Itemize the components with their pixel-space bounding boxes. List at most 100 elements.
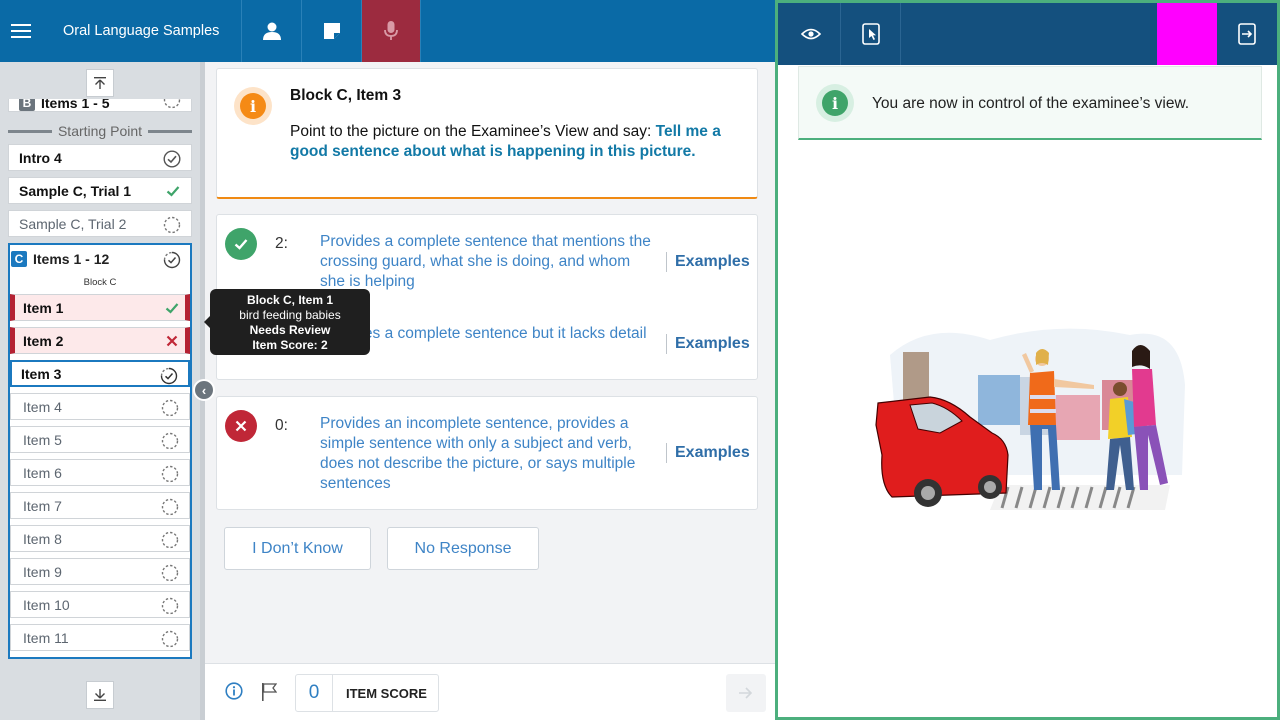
pending-icon (163, 99, 181, 112)
app-title: Oral Language Samples (63, 23, 220, 39)
arrow-to-bottom-icon (94, 689, 106, 701)
block-c-sublabel: Block C (83, 277, 117, 288)
instruction-text: Point to the picture on the Examinee’s V… (290, 123, 652, 140)
examples-link[interactable]: Examples (666, 334, 750, 354)
microphone-icon (384, 21, 398, 40)
examples-link[interactable]: Examples (666, 443, 750, 463)
nav-item-item-5[interactable]: Item 5 (10, 426, 190, 453)
info-icon[interactable] (225, 682, 243, 705)
scroll-to-bottom-button[interactable] (86, 681, 114, 709)
menu-button[interactable] (0, 0, 42, 62)
dont-know-button[interactable]: I Don’t Know (224, 527, 371, 570)
control-notice: i You are now in control of the examinee… (798, 66, 1262, 140)
nav-item-item-10[interactable]: Item 10 (10, 591, 190, 618)
notes-tab[interactable] (301, 0, 361, 62)
control-button[interactable] (841, 3, 901, 65)
score-description: Provides a complete sentence that mentio… (320, 233, 651, 290)
block-letter: B (19, 99, 35, 111)
nav-item-label: Item 11 (23, 629, 69, 646)
nav-item-label: Item 8 (23, 530, 62, 547)
pending-icon (161, 498, 179, 519)
x-mark-circle-icon (225, 410, 257, 442)
crossing-guard-picture (875, 328, 1185, 510)
block-b-header[interactable]: B Items 1 - 5 (8, 99, 192, 112)
nav-item-item-1[interactable]: Item 1 (10, 294, 190, 321)
nav-item-item-2[interactable]: Item 2 (10, 327, 190, 354)
flag-icon[interactable] (261, 683, 278, 706)
nav-item-label: Item 3 (21, 365, 62, 382)
item-title: Block C, Item 3 (290, 87, 402, 104)
pending-icon (161, 564, 179, 585)
no-response-button[interactable]: No Response (387, 527, 539, 570)
nav-list: B Items 1 - 5 Starting Point Intro 4 Sam… (8, 99, 192, 676)
audio-tab[interactable] (361, 0, 421, 62)
block-c-group: C Items 1 - 12 Block C Item 1 Item 2 Ite… (8, 243, 192, 659)
score-option-0-card: 0: Provides an incomplete sentence, prov… (216, 396, 758, 510)
tooltip-title: Block C, Item 1 (246, 293, 334, 307)
nav-item-label: Item 6 (23, 464, 62, 481)
eye-icon (800, 28, 821, 40)
prompt-instruction: Point to the picture on the Examinee’s V… (290, 122, 740, 162)
nav-item-item-4[interactable]: Item 4 (10, 393, 190, 420)
tooltip-status: Needs Review (249, 323, 331, 337)
pending-icon (161, 465, 179, 486)
info-icon: i (816, 84, 854, 122)
nav-item-item-11[interactable]: Item 11 (10, 624, 190, 651)
info-icon: i (234, 87, 272, 125)
nav-item-item-8[interactable]: Item 8 (10, 525, 190, 552)
nav-item-sample-c-trial-1[interactable]: Sample C, Trial 1 (8, 177, 192, 204)
in-progress-icon (160, 367, 178, 388)
nav-item-item-6[interactable]: Item 6 (10, 459, 190, 486)
examples-link[interactable]: Examples (666, 252, 750, 272)
pending-icon (161, 432, 179, 453)
pending-icon (163, 216, 181, 237)
x-mark-icon (164, 333, 180, 352)
checkmark-icon (164, 300, 180, 319)
nav-item-item-3[interactable]: Item 3 (10, 360, 190, 387)
item-navigator: B Items 1 - 5 Starting Point Intro 4 Sam… (0, 62, 200, 720)
note-icon (323, 23, 340, 39)
nav-item-item-7[interactable]: Item 7 (10, 492, 190, 519)
item-score-label: ITEM SCORE (346, 685, 427, 701)
nav-item-label: Sample C, Trial 2 (19, 215, 127, 232)
item-tooltip: Block C, Item 1 bird feeding babies Need… (204, 289, 370, 355)
starting-point-label: Starting Point (57, 123, 143, 139)
scroll-to-top-button[interactable] (86, 69, 114, 97)
pending-icon (161, 597, 179, 618)
arrow-to-top-icon (94, 77, 106, 89)
nav-item-label: Item 9 (23, 563, 62, 580)
examinee-tab[interactable] (241, 0, 301, 62)
nav-item-intro-4[interactable]: Intro 4 (8, 144, 192, 171)
block-letter: C (11, 251, 27, 267)
starting-point-divider: Starting Point (8, 118, 192, 144)
checkmark-circle-icon (225, 228, 257, 260)
block-label: Items 1 - 5 (41, 99, 110, 111)
pending-icon (161, 630, 179, 651)
nav-item-sample-c-trial-2[interactable]: Sample C, Trial 2 (8, 210, 192, 237)
score-description: Provides a complete sentence but it lack… (320, 325, 647, 342)
block-label: Items 1 - 12 (33, 251, 110, 267)
collapse-nav-button[interactable]: ‹ (193, 379, 215, 401)
touch-screen-icon (861, 23, 880, 45)
app-header: Oral Language Samples (0, 0, 776, 62)
nav-item-label: Sample C, Trial 1 (19, 182, 132, 199)
examinee-view: i You are now in control of the examinee… (775, 0, 1280, 720)
arrow-right-icon (739, 687, 753, 699)
score-description: Provides an incomplete sentence, provide… (320, 415, 636, 492)
next-item-button[interactable] (726, 674, 766, 712)
examinee-toolbar (778, 3, 1277, 65)
tooltip-description: bird feeding babies (239, 308, 341, 322)
notice-message: You are now in control of the examinee’s… (872, 95, 1190, 112)
score-value: 0: (275, 417, 288, 434)
view-button[interactable] (781, 3, 841, 65)
hamburger-icon (11, 24, 31, 38)
scoring-pane: i Block C, Item 3 Point to the picture o… (205, 62, 775, 663)
in-progress-icon (163, 251, 181, 272)
nav-item-label: Item 2 (23, 332, 64, 349)
exit-view-button[interactable] (1217, 3, 1277, 65)
item-score-box: 0 ITEM SCORE (295, 674, 439, 712)
check-circle-icon (163, 150, 181, 171)
block-c-header[interactable]: C Items 1 - 12 (10, 245, 190, 273)
tooltip-score: Item Score: 2 (252, 338, 328, 352)
nav-item-item-9[interactable]: Item 9 (10, 558, 190, 585)
